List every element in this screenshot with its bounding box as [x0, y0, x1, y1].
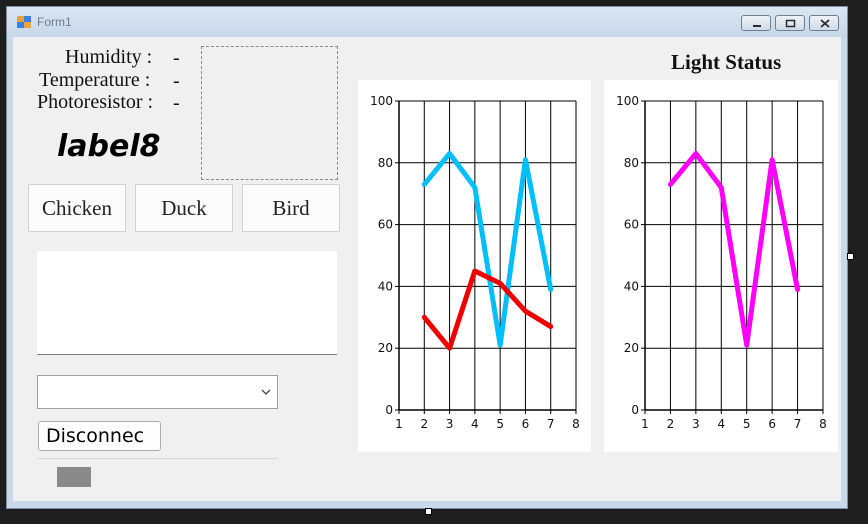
x-tick-label: 2	[420, 417, 428, 431]
x-tick-label: 4	[471, 417, 479, 431]
x-tick-label: 4	[717, 417, 725, 431]
y-tick-label: 60	[624, 218, 639, 232]
port-combobox[interactable]	[37, 375, 278, 409]
data-point	[448, 346, 452, 350]
y-tick-label: 20	[378, 341, 393, 355]
humidity-label: Humidity :	[65, 46, 153, 68]
data-point	[498, 281, 502, 285]
resize-handle-bottom[interactable]	[425, 508, 432, 515]
data-point	[422, 182, 426, 186]
data-point	[745, 343, 749, 347]
form-client-area: Humidity : Temperature : Photoresistor :…	[13, 37, 841, 501]
photoresistor-label: Photoresistor :	[37, 91, 154, 113]
light-status-title: Light Status	[671, 50, 782, 74]
data-point	[523, 309, 527, 313]
data-point	[770, 158, 774, 162]
data-point	[549, 287, 553, 291]
y-tick-label: 100	[616, 94, 639, 108]
photoresistor-value: -	[173, 92, 180, 114]
x-tick-label: 5	[743, 417, 751, 431]
minimize-button[interactable]	[741, 15, 771, 31]
chevron-down-icon	[261, 389, 271, 395]
duck-button[interactable]: Duck	[135, 184, 233, 232]
y-tick-label: 80	[378, 156, 393, 170]
data-point	[694, 152, 698, 156]
data-point	[668, 182, 672, 186]
series-line-0	[667, 151, 801, 348]
temperature-label: Temperature :	[39, 69, 151, 91]
resize-handle-right[interactable]	[847, 253, 854, 260]
x-tick-label: 7	[794, 417, 802, 431]
data-point	[473, 186, 477, 190]
x-tick-label: 5	[496, 417, 504, 431]
y-tick-label: 0	[631, 403, 639, 417]
data-point	[422, 315, 426, 319]
data-point	[523, 158, 527, 162]
maximize-button[interactable]	[775, 15, 805, 31]
chicken-button[interactable]: Chicken	[28, 184, 126, 232]
y-tick-label: 40	[378, 279, 393, 293]
data-point	[473, 269, 477, 273]
data-point	[549, 325, 553, 329]
window-title: Form1	[37, 15, 72, 29]
x-tick-label: 7	[547, 417, 555, 431]
data-point	[719, 186, 723, 190]
disconnect-button[interactable]: Disconnec	[38, 421, 161, 451]
series-line-1	[421, 268, 554, 351]
x-tick-label: 1	[641, 417, 649, 431]
y-tick-label: 20	[624, 341, 639, 355]
form-app-icon	[17, 16, 31, 28]
x-tick-label: 6	[768, 417, 776, 431]
close-icon	[820, 19, 830, 28]
bird-button[interactable]: Bird	[242, 184, 340, 232]
data-point	[498, 343, 502, 347]
x-tick-label: 6	[522, 417, 530, 431]
x-tick-label: 2	[667, 417, 675, 431]
minimize-icon	[753, 25, 761, 27]
y-tick-label: 60	[378, 218, 393, 232]
sensor-chart: 0 20 40 60 80 100 1 2 3 4 5 6 7 8	[358, 80, 591, 452]
y-tick-label: 100	[370, 94, 393, 108]
y-tick-label: 80	[624, 156, 639, 170]
title-bar: Form1	[7, 7, 847, 37]
x-tick-label: 8	[819, 417, 827, 431]
text-box[interactable]	[37, 251, 337, 355]
humidity-value: -	[173, 47, 180, 69]
x-tick-label: 1	[395, 417, 403, 431]
x-tick-label: 8	[572, 417, 580, 431]
light-chart: 0 20 40 60 80 100 1 2 3 4 5 6 7 8	[604, 80, 838, 452]
maximize-icon	[785, 19, 796, 28]
status-indicator	[57, 467, 91, 487]
form-window: Form1 Humidity : Temperature : Photoresi…	[6, 6, 848, 509]
x-tick-label: 3	[692, 417, 700, 431]
label8-text: label8	[57, 129, 161, 164]
x-tick-label: 3	[446, 417, 454, 431]
data-point	[796, 287, 800, 291]
picture-box	[201, 46, 338, 180]
y-tick-label: 40	[624, 279, 639, 293]
temperature-value: -	[173, 70, 180, 92]
separator-line	[37, 458, 278, 459]
close-button[interactable]	[809, 15, 839, 31]
chart-svg: 0 20 40 60 80 100 1 2 3 4 5 6 7 8	[616, 94, 827, 431]
chart-svg: 0 20 40 60 80 100 1 2 3 4 5 6 7 8	[370, 94, 580, 431]
data-point	[448, 152, 452, 156]
y-tick-label: 0	[385, 403, 393, 417]
